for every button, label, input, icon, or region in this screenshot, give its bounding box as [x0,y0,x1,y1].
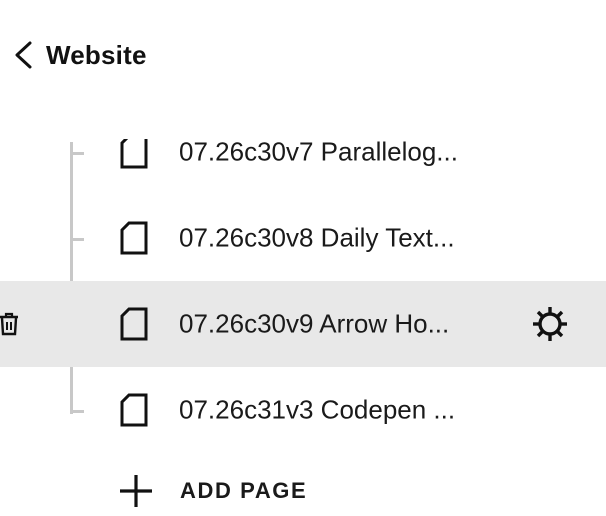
chevron-left-icon [15,41,32,69]
trash-icon[interactable] [0,312,20,336]
header-title: Website [46,39,147,70]
back-button[interactable]: Website [10,30,147,80]
page-icon [120,135,148,169]
page-icon [120,393,148,427]
page-label: 07.26c30v9 Arrow Ho... [179,308,450,339]
add-page-label: ADD PAGE [180,478,308,503]
add-page-button[interactable]: ADD PAGE [118,470,307,512]
scroll-clip-mask [100,109,520,139]
page-label: 07.26c31v3 Codepen ... [179,394,456,425]
gear-icon[interactable] [531,305,569,343]
page-list-item[interactable]: 07.26c31v3 Codepen ... [0,367,606,453]
plus-icon [120,475,152,507]
page-list-item[interactable]: 07.26c30v8 Daily Text... [0,195,606,281]
page-icon [120,221,148,255]
page-list-item-selected[interactable]: 07.26c30v9 Arrow Ho... [0,281,606,367]
page-navigation-panel: Website 07.26c30v7 Parallelog... 07.26c3… [0,0,606,516]
page-label: 07.26c30v7 Parallelog... [179,136,458,167]
page-icon [120,307,148,341]
panel-header: Website [0,0,606,110]
page-label: 07.26c30v8 Daily Text... [179,222,455,253]
